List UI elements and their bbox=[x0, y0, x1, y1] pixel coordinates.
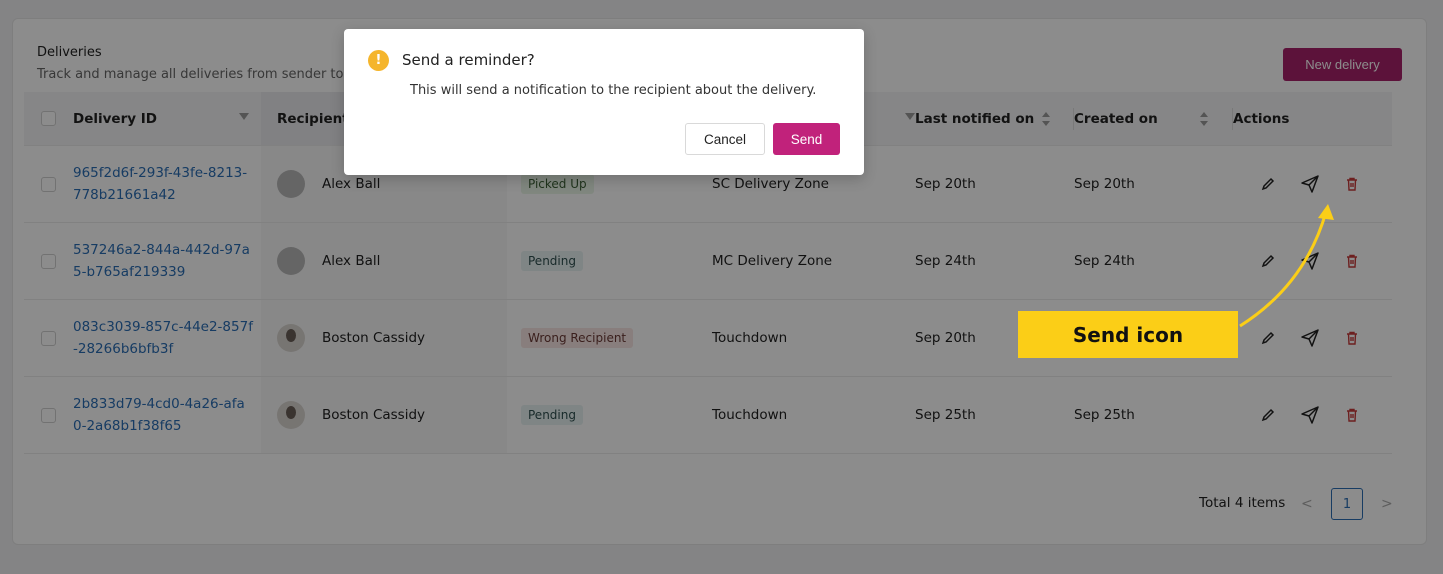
dialog-message: This will send a notification to the rec… bbox=[410, 83, 817, 98]
send-button[interactable]: Send bbox=[773, 123, 840, 155]
cancel-button[interactable]: Cancel bbox=[685, 123, 765, 155]
reminder-dialog: ! Send a reminder? This will send a noti… bbox=[344, 29, 864, 175]
warning-icon: ! bbox=[368, 50, 389, 71]
send-icon-callout: Send icon bbox=[1018, 311, 1238, 358]
dialog-title: Send a reminder? bbox=[402, 51, 535, 69]
